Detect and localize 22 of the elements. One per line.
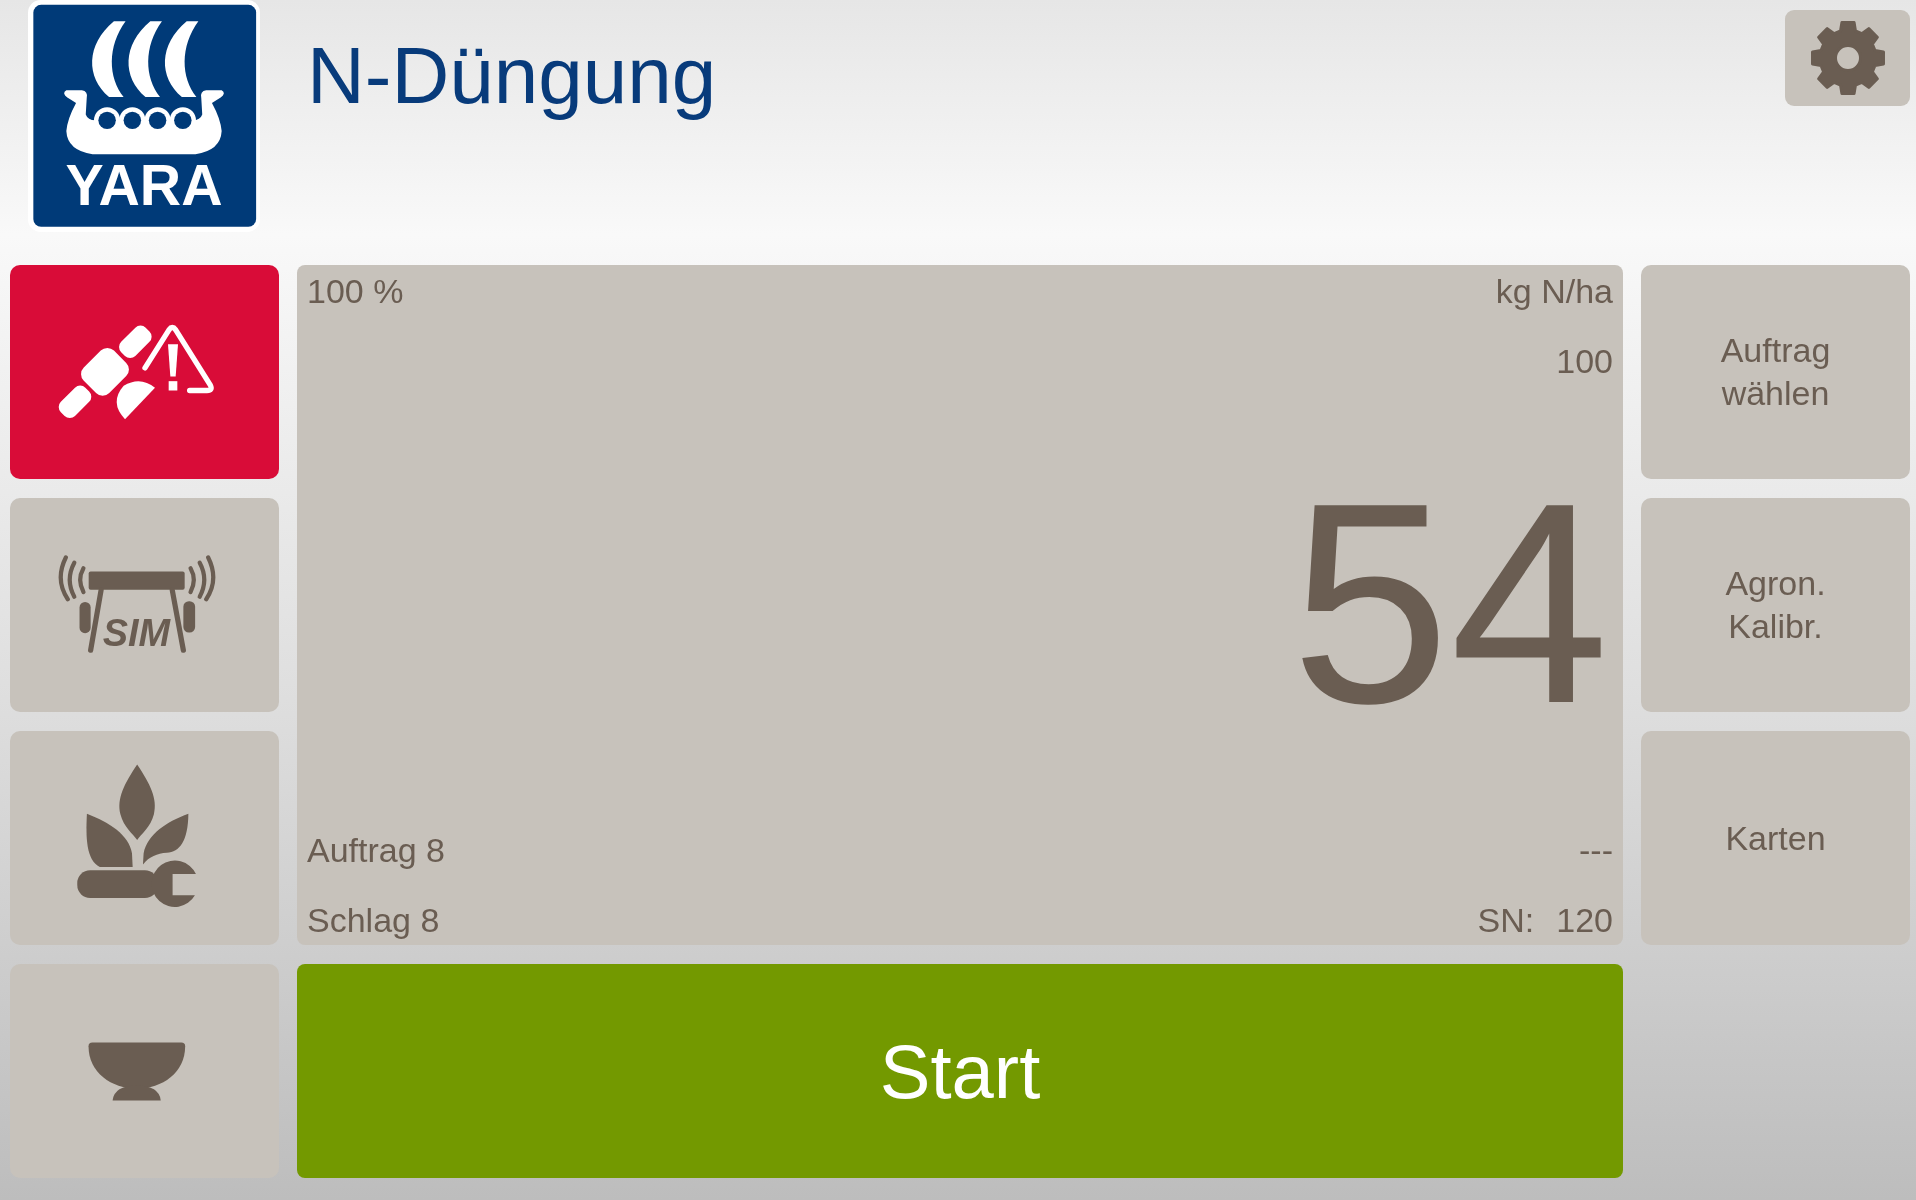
brand-logo: YARA <box>28 0 260 232</box>
applied-rate: 54 <box>1290 459 1609 746</box>
settings-button[interactable] <box>1785 10 1910 106</box>
menu-button[interactable]: Karten <box>1641 731 1910 945</box>
bowl-button[interactable] <box>10 964 279 1178</box>
rate-percent: 100 % <box>307 271 404 312</box>
start-button[interactable]: Start <box>297 964 1623 1178</box>
settings-icon <box>1809 20 1886 96</box>
satellite-warning-icon <box>56 323 217 421</box>
field-name: Schlag 8 <box>307 900 440 941</box>
rate-unit: kg N/ha <box>1495 271 1613 312</box>
sn-label: SN: <box>1477 900 1535 941</box>
job-name: Auftrag 8 <box>307 830 445 871</box>
menu-button[interactable]: Auftrag wählen <box>1641 265 1910 479</box>
plant-button[interactable] <box>10 731 279 945</box>
sn-value: 120 <box>1556 900 1613 941</box>
set-rate: 100 <box>1556 341 1613 382</box>
simulator-button[interactable]: SIM <box>10 498 279 712</box>
menu-button[interactable]: Agron. Kalibr. <box>1641 498 1910 712</box>
job-status: --- <box>1579 830 1613 871</box>
bowl-icon <box>86 1040 187 1102</box>
satellite-button[interactable] <box>10 265 279 479</box>
